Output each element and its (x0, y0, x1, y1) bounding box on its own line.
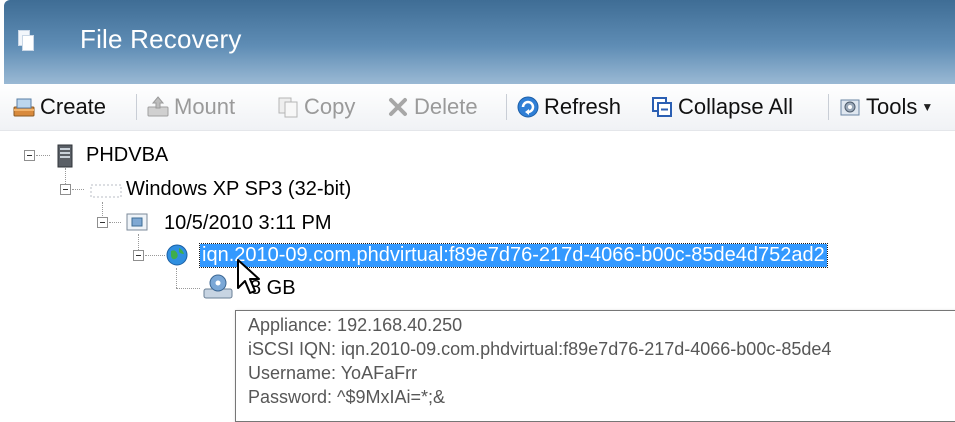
toolbar-separator (136, 94, 137, 120)
collapse-all-label: Collapse All (678, 94, 793, 119)
refresh-icon (516, 95, 540, 119)
collapse-toggle-backup[interactable] (97, 217, 108, 228)
tools-icon (838, 95, 862, 119)
node-details-tooltip: Appliance: 192.168.40.250 iSCSI IQN: iqn… (235, 310, 955, 422)
tooltip-username: Username: YoAFaFrr (248, 363, 418, 383)
title-bar: File Recovery (4, 0, 955, 84)
create-button[interactable]: Create (12, 92, 106, 122)
collapse-all-button[interactable]: Collapse All (650, 92, 793, 122)
delete-label: Delete (414, 94, 478, 119)
create-icon (12, 95, 36, 119)
mount-label: Mount (174, 94, 236, 119)
copy-label: Copy (304, 94, 356, 119)
copy-icon (276, 95, 300, 119)
collapse-toggle-vm[interactable] (60, 184, 71, 195)
toolbar-separator (506, 94, 507, 120)
delete-icon (386, 95, 410, 119)
tree-node-iscsi-target[interactable]: iqn.2010-09.com.phdvirtual:f89e7d76-217d… (199, 243, 828, 268)
toolbar-separator (828, 94, 829, 120)
refresh-button[interactable]: Refresh (516, 92, 621, 122)
copy-button[interactable]: Copy (276, 92, 355, 122)
backup-icon (126, 212, 148, 237)
mount-icon (146, 95, 170, 119)
disk-icon (202, 274, 234, 305)
window-title: File Recovery (80, 24, 242, 54)
collapse-all-icon (650, 95, 674, 119)
tree-node-vm[interactable]: Windows XP SP3 (32-bit) (126, 178, 351, 201)
mount-button[interactable]: Mount (146, 92, 235, 122)
vm-icon (90, 180, 122, 205)
toolbar: Create Mount Copy Delete Refresh Collaps… (0, 84, 955, 131)
tools-label: Tools (866, 94, 918, 119)
refresh-label: Refresh (544, 94, 622, 119)
tree-node-backup[interactable]: 10/5/2010 3:11 PM (164, 212, 332, 235)
mouse-cursor-icon (236, 258, 262, 301)
delete-button[interactable]: Delete (386, 92, 478, 122)
globe-icon (166, 244, 188, 271)
create-label: Create (40, 94, 107, 119)
tooltip-password: Password: ^$9MxIAi=*;& (248, 387, 446, 407)
chevron-down-icon: ▼ (921, 100, 934, 114)
tools-dropdown-button[interactable]: Tools ▼ (838, 92, 933, 122)
collapse-toggle-target[interactable] (133, 250, 144, 261)
file-recovery-icon (18, 30, 34, 51)
collapse-toggle-host[interactable] (24, 150, 35, 161)
tooltip-appliance: Appliance: 192.168.40.250 (248, 315, 463, 335)
tooltip-iqn: iSCSI IQN: iqn.2010-09.com.phdvirtual:f8… (248, 339, 832, 359)
tree-node-host[interactable]: PHDVBA (86, 144, 168, 167)
